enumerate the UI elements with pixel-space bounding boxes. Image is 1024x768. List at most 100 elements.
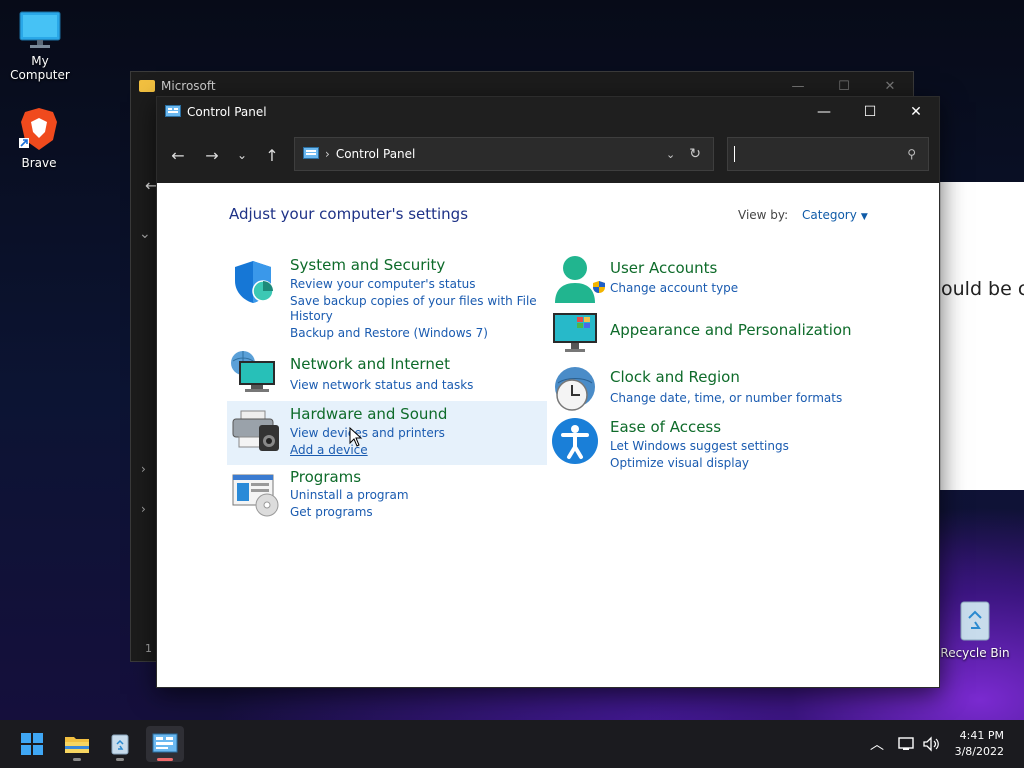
close-icon[interactable]: ✕ (893, 97, 939, 127)
taskbar: ︿ 4:41 PM 3/8/2022 (0, 720, 1024, 768)
category-link[interactable]: Review your computer's status (290, 276, 537, 293)
address-bar[interactable]: › Control Panel ⌄ ↻ (294, 137, 714, 171)
view-by-label: View by: (738, 208, 789, 222)
network-icon[interactable] (898, 736, 916, 752)
start-button[interactable] (13, 726, 51, 762)
window-title: Control Panel (187, 105, 267, 119)
category-title[interactable]: Ease of Access (610, 418, 789, 436)
category-title[interactable]: User Accounts (610, 259, 738, 277)
category-link[interactable]: Optimize visual display (610, 455, 789, 472)
category-hardware-and-sound: Hardware and Sound View devices and prin… (290, 405, 447, 459)
desktop-icon-my-computer[interactable]: My Computer (0, 10, 80, 82)
minimize-icon[interactable]: — (775, 79, 821, 94)
ease-of-access-icon[interactable] (551, 417, 599, 465)
category-title[interactable]: Clock and Region (610, 368, 842, 386)
system-tray: ︿ (870, 720, 940, 768)
category-link[interactable]: Change date, time, or number formats (610, 390, 842, 407)
running-indicator (116, 758, 124, 761)
category-link[interactable]: Uninstall a program (290, 487, 409, 504)
category-link[interactable]: Get programs (290, 504, 409, 521)
maximize-icon[interactable]: ☐ (847, 97, 893, 127)
category-user-accounts: User Accounts Change account type (593, 259, 738, 297)
up-arrow-icon[interactable]: ↑ (255, 146, 289, 165)
view-by: View by: Category ▼ (738, 208, 868, 222)
printer-speaker-icon[interactable] (231, 409, 281, 453)
view-by-dropdown[interactable]: Category (802, 208, 857, 222)
navigation-bar: ← → ⌄ ↑ › Control Panel ⌄ ↻ ⚲ (157, 127, 939, 183)
uac-shield-icon (593, 281, 605, 293)
category-link[interactable]: Change account type (610, 281, 738, 295)
chevron-down-icon[interactable]: ⌄ (139, 226, 151, 242)
taskbar-clock[interactable]: 4:41 PM 3/8/2022 (955, 728, 1004, 760)
recycle-bin-icon (960, 601, 990, 641)
minimize-icon[interactable]: — (801, 97, 847, 127)
refresh-icon[interactable]: ↻ (689, 146, 701, 162)
brave-lion-icon (19, 108, 57, 150)
chevron-down-icon[interactable]: ⌄ (666, 148, 675, 161)
search-input[interactable] (741, 147, 901, 161)
category-ease-of-access: Ease of Access Let Windows suggest setti… (610, 418, 789, 472)
control-panel-window[interactable]: Control Panel — ☐ ✕ ← → ⌄ ↑ › Control Pa… (156, 96, 940, 688)
dropdown-triangle-icon[interactable]: ▼ (861, 212, 868, 222)
breadcrumb-separator-icon[interactable]: › (325, 147, 330, 161)
close-icon[interactable]: ✕ (867, 79, 913, 94)
windows-logo-icon (21, 733, 43, 755)
category-programs: Programs Uninstall a program Get program… (290, 468, 409, 521)
appearance-monitor-icon[interactable] (551, 311, 599, 355)
recent-locations-chevron-icon[interactable]: ⌄ (229, 148, 255, 162)
category-link[interactable]: History (290, 308, 537, 325)
background-window-title: Microsoft (161, 79, 216, 93)
programs-icon[interactable] (231, 473, 281, 517)
volume-icon[interactable] (922, 736, 940, 752)
category-title[interactable]: Appearance and Personalization (610, 321, 852, 339)
category-link[interactable]: Backup and Restore (Windows 7) (290, 325, 537, 342)
category-system-and-security: System and Security Review your computer… (290, 256, 537, 342)
network-globe-icon[interactable] (229, 349, 279, 395)
folder-icon (65, 737, 89, 753)
breadcrumb-control-panel[interactable]: Control Panel (336, 147, 416, 161)
text-caret (734, 146, 735, 162)
chevron-right-icon[interactable]: › (141, 462, 146, 476)
desktop-icon-recycle-bin[interactable]: Recycle Bin (935, 598, 1015, 660)
category-link[interactable]: View devices and printers (290, 425, 447, 442)
partial-window-text: ould be ca (941, 278, 1024, 300)
monitor-icon (19, 11, 61, 48)
desktop-icon-label: My Computer (10, 54, 70, 82)
mouse-cursor-icon (349, 427, 363, 447)
category-link-row[interactable]: Change account type (593, 280, 738, 297)
chevron-right-icon[interactable]: › (141, 502, 146, 516)
running-indicator (73, 758, 81, 761)
category-appearance-and-personalization: Appearance and Personalization (610, 321, 852, 339)
partial-window[interactable]: ould be ca (940, 182, 1024, 490)
category-link[interactable]: Let Windows suggest settings (610, 438, 789, 455)
desktop-icon-label: Brave (21, 156, 57, 170)
control-panel-icon (152, 733, 178, 753)
forward-arrow-icon[interactable]: → (195, 146, 229, 165)
page-title: Adjust your computer's settings (229, 205, 469, 223)
control-panel-icon (165, 105, 181, 117)
taskbar-control-panel[interactable] (146, 726, 184, 762)
control-panel-titlebar: Control Panel — ☐ ✕ (157, 97, 939, 127)
shield-icon[interactable] (231, 259, 277, 305)
search-icon[interactable]: ⚲ (907, 147, 916, 161)
clock-globe-icon[interactable] (550, 365, 600, 415)
user-accounts-icon[interactable] (553, 255, 597, 305)
category-title[interactable]: Programs (290, 468, 409, 486)
category-network-and-internet: Network and Internet View network status… (290, 355, 473, 394)
maximize-icon[interactable]: ☐ (821, 79, 867, 94)
taskbar-file-explorer[interactable] (58, 726, 96, 762)
show-hidden-icons-chevron-icon[interactable]: ︿ (870, 734, 884, 754)
category-link[interactable]: View network status and tasks (290, 377, 473, 394)
folder-icon (139, 80, 155, 92)
control-panel-content: Adjust your computer's settings View by:… (157, 183, 939, 687)
desktop-icon-label: Recycle Bin (940, 646, 1010, 660)
back-arrow-icon[interactable]: ← (161, 146, 195, 165)
category-link[interactable]: Add a device (290, 442, 447, 459)
taskbar-recycle-app[interactable] (101, 726, 139, 762)
category-title[interactable]: System and Security (290, 256, 537, 274)
search-box[interactable]: ⚲ (727, 137, 929, 171)
clock-time: 4:41 PM (959, 729, 1004, 742)
desktop-icon-brave[interactable]: Brave (0, 106, 79, 170)
category-title[interactable]: Network and Internet (290, 355, 473, 373)
category-title[interactable]: Hardware and Sound (290, 405, 447, 423)
